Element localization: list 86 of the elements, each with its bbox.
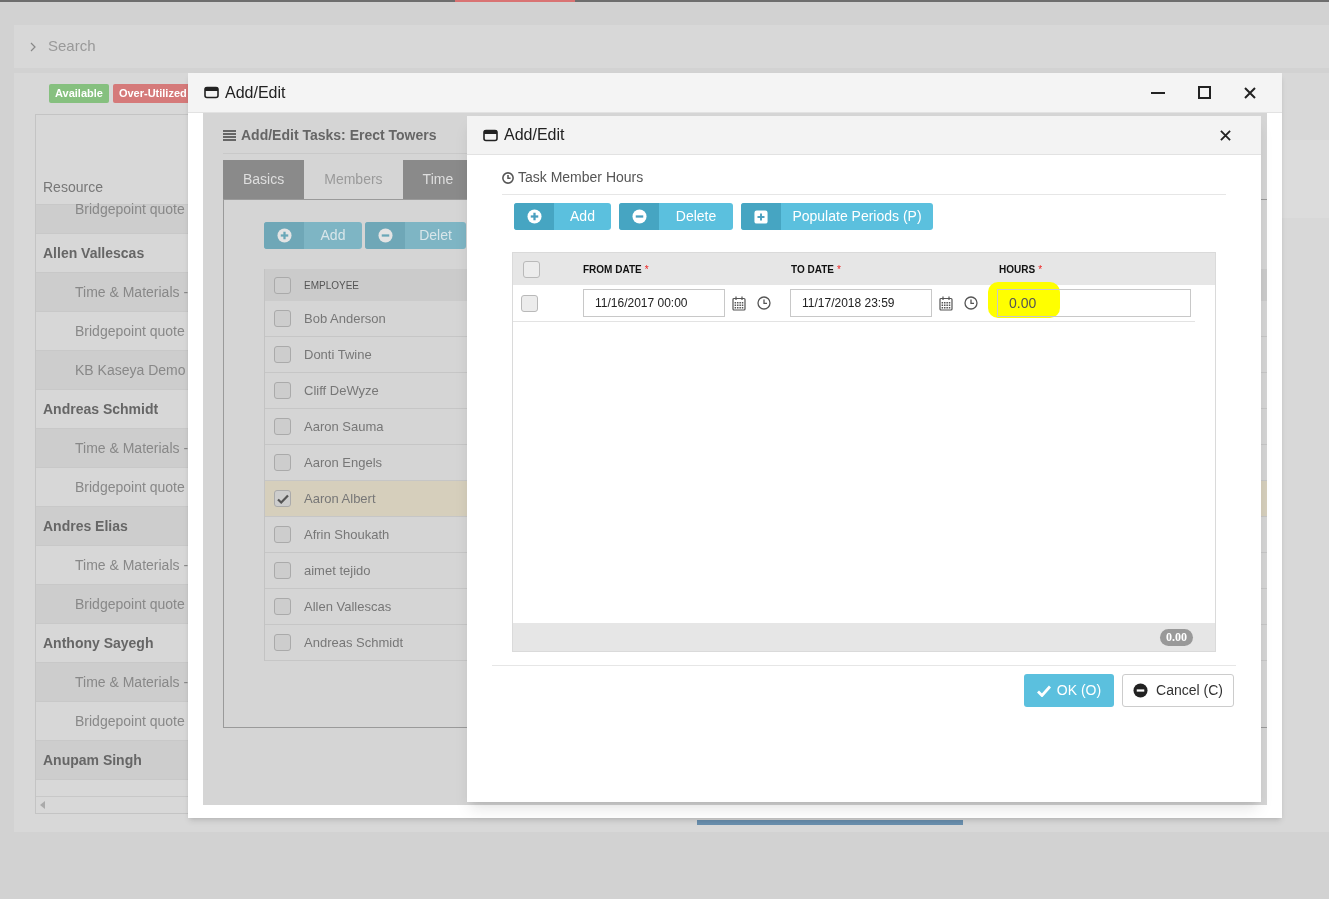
resource-name: Andres Elias: [43, 516, 128, 536]
legend-tag: Available: [49, 84, 109, 103]
column-header: FROM DATE: [583, 262, 642, 277]
close-icon: [1219, 129, 1231, 141]
checkbox[interactable]: [274, 310, 291, 327]
add-button[interactable]: Add: [264, 222, 362, 249]
employee-name: aimet tejido: [304, 561, 371, 580]
column-header: TO DATE: [791, 262, 834, 277]
clock-icon[interactable]: [964, 296, 978, 310]
window-icon: [483, 128, 498, 142]
resource-name: Anthony Sayegh: [43, 633, 154, 653]
search-bar[interactable]: Search: [14, 25, 1329, 68]
required-mark: *: [836, 262, 841, 277]
checkbox[interactable]: [523, 260, 540, 278]
total-badge: 0.00: [1160, 628, 1193, 646]
column-header: EMPLOYEE: [304, 278, 360, 293]
column-header: Resource: [43, 178, 103, 197]
to-date-field[interactable]: 11/17/2018 23:59: [790, 289, 932, 317]
search-placeholder: Search: [48, 36, 96, 57]
dialog-title: Add/Edit: [225, 82, 286, 103]
assignment-name: Bridgepoint quote: [75, 711, 185, 731]
list-icon: [223, 130, 236, 141]
assignment-name: Bridgepoint quote: [75, 202, 185, 216]
delete-button[interactable]: Delet: [365, 222, 466, 249]
checkbox[interactable]: [274, 490, 291, 507]
employee-name: Aaron Sauma: [304, 417, 384, 436]
cancel-button[interactable]: Cancel (C): [1122, 674, 1234, 707]
checkbox[interactable]: [274, 598, 291, 615]
employee-name: Cliff DeWyze: [304, 381, 379, 400]
employee-name: Allen Vallescas: [304, 597, 392, 616]
clock-icon[interactable]: [757, 296, 771, 310]
dialog-title: Add/Edit: [504, 125, 565, 145]
minus-circle-icon: [631, 209, 647, 224]
employee-name: Andreas Schmidt: [304, 633, 403, 652]
employee-name: Aaron Albert: [304, 489, 376, 508]
assignment-name: Bridgepoint quote: [75, 477, 185, 497]
employee-name: Afrin Shoukath: [304, 525, 390, 544]
resource-name: Anupam Singh: [43, 750, 142, 770]
clock-icon: [502, 171, 514, 184]
plus-circle-icon: [276, 228, 292, 243]
checkbox[interactable]: [274, 526, 291, 543]
resource-name: Andreas Schmidt: [43, 399, 159, 419]
assignment-name: Time & Materials -: [75, 672, 189, 692]
checkbox[interactable]: [274, 634, 291, 651]
ok-button[interactable]: OK (O): [1024, 674, 1114, 707]
employee-name: Aaron Engels: [304, 453, 383, 472]
employee-name: Donti Twine: [304, 345, 372, 364]
populate-periods-button[interactable]: Populate Periods (P): [741, 203, 933, 230]
required-mark: *: [1038, 262, 1043, 277]
checkbox[interactable]: [274, 562, 291, 579]
checkbox[interactable]: [274, 382, 291, 399]
tab[interactable]: Members: [304, 160, 403, 199]
employee-name: Bob Anderson: [304, 309, 386, 328]
assignment-name: Time & Materials -: [75, 555, 189, 575]
column-header: HOURS: [999, 262, 1036, 277]
checkbox[interactable]: [274, 454, 291, 471]
checkbox[interactable]: [274, 346, 291, 363]
dialog-heading: Add/Edit Tasks: Erect Towers: [241, 126, 437, 145]
check-icon: [1036, 684, 1051, 697]
assignment-name: Time & Materials -: [75, 282, 189, 302]
plus-square-icon: [754, 209, 768, 224]
assignment-name: Bridgepoint quote: [75, 321, 185, 341]
plus-circle-icon: [526, 209, 542, 224]
required-mark: *: [644, 262, 649, 277]
close-icon: [1244, 86, 1256, 99]
scroll-left-icon[interactable]: [40, 801, 46, 809]
section-title: Task Member Hours: [518, 168, 644, 187]
calendar-icon[interactable]: [939, 295, 953, 311]
from-date-field[interactable]: 11/16/2017 00:00: [583, 289, 725, 317]
assignment-name: Time & Materials -: [75, 438, 189, 458]
add-button[interactable]: Add: [514, 203, 611, 230]
checkbox[interactable]: [521, 294, 538, 312]
hours-field[interactable]: 0.00: [997, 289, 1191, 317]
close-button[interactable]: [1217, 127, 1233, 143]
resource-name: Allen Vallescas: [43, 243, 145, 263]
checkbox[interactable]: [274, 418, 291, 435]
calendar-icon[interactable]: [732, 295, 746, 311]
window-icon: [204, 86, 219, 99]
assignment-name: Bridgepoint quote: [75, 594, 185, 614]
delete-button[interactable]: Delete: [619, 203, 733, 230]
minus-circle-icon: [1133, 683, 1149, 698]
chevron-right-icon: [30, 41, 36, 52]
assignment-name: KB Kaseya Demo: [75, 360, 186, 380]
check-icon: [276, 493, 289, 504]
checkbox[interactable]: [274, 276, 291, 294]
minus-circle-icon: [377, 228, 393, 243]
